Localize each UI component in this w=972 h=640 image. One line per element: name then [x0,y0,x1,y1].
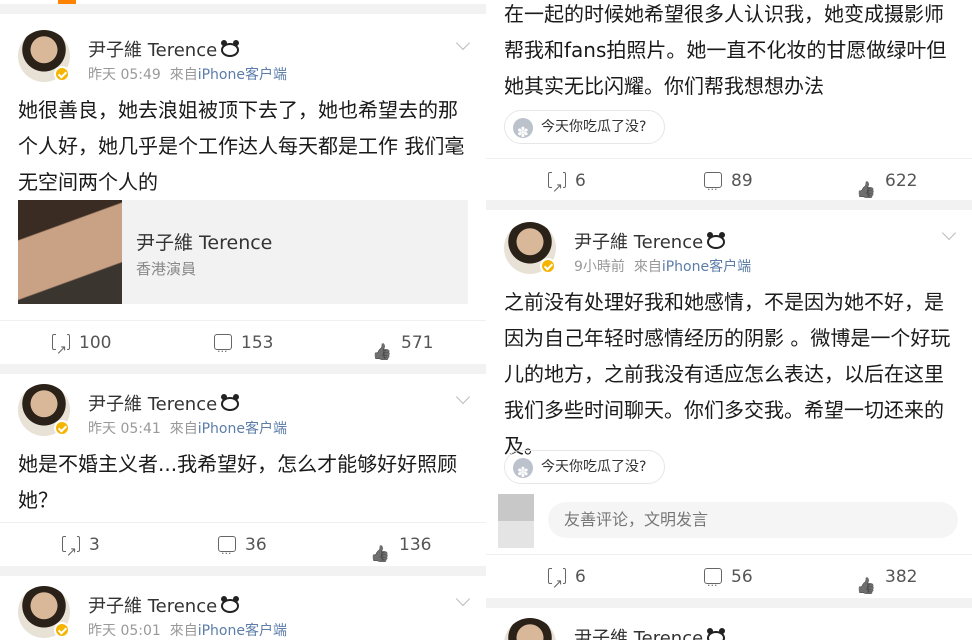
topic-icon [513,457,533,489]
post-text: 之前没有处理好我和她感情，不是因为她不好，是因为自己年轻时感情经历的阴影 。微博… [504,290,951,458]
verified-badge-icon [54,420,70,436]
share-icon [548,563,566,607]
feed-post: 尹子維 Terence 9小時前 來自iPhone客户端 之前没有处理好我和她感… [486,210,972,608]
post-actions: 3 36 136 [0,522,486,576]
share-icon [548,167,566,211]
avatar[interactable] [504,222,556,274]
post-text: 在一起的时候她希望很多人认识我，她变成摄影师帮我和fans拍照片。她一直不化妆的… [504,2,947,98]
like-button[interactable]: 382 [856,555,917,599]
thumbs-up-icon [370,536,390,552]
author-name[interactable]: 尹子維 Terence [574,624,726,640]
feed-separator [0,364,486,374]
chevron-down-icon[interactable] [456,594,470,608]
chevron-down-icon[interactable] [942,228,956,242]
thumbs-up-icon [372,334,392,350]
profile-card-desc: 香港演員 [136,260,197,278]
panda-emoji-icon [221,40,240,57]
chevron-down-icon[interactable] [456,392,470,406]
avatar[interactable] [504,618,556,640]
panda-emoji-icon [221,596,240,613]
verified-badge-icon [54,66,70,82]
feed-separator [0,4,486,14]
verified-badge-icon [540,258,556,274]
panda-emoji-icon [221,394,240,411]
post-meta: 昨天 05:01 來自iPhone客户端 [88,623,287,639]
feed-post: 尹子維 Terence [486,608,972,640]
feed-post: 在一起的时候她希望很多人认识我，她变成摄影师帮我和fans拍照片。她一直不化妆的… [486,0,972,212]
share-button[interactable]: 6 [548,159,586,211]
author-name[interactable]: 尹子維 Terence [88,592,240,618]
thumbs-up-icon [856,568,876,584]
profile-card-photo [18,200,122,304]
share-icon [62,531,80,575]
comment-button[interactable]: 89 [704,159,753,212]
share-button[interactable]: 6 [548,555,586,607]
panda-emoji-icon [707,628,726,640]
avatar[interactable] [18,30,70,82]
comment-icon [704,564,722,608]
comment-button[interactable]: 36 [218,523,267,576]
share-button[interactable]: 100 [52,321,111,373]
post-actions: 100 153 571 [0,320,486,374]
comment-icon [704,168,722,212]
topic-icon [513,117,533,149]
author-name[interactable]: 尹子維 Terence [88,390,240,416]
post-meta: 9小時前 來自iPhone客户端 [574,259,752,275]
comment-button[interactable]: 56 [704,555,753,608]
post-actions: 6 56 382 [486,554,972,608]
verified-badge-icon [54,622,70,638]
post-meta: 昨天 05:49 來自iPhone客户端 [88,67,287,83]
comment-icon [214,330,232,374]
topic-tag[interactable]: 今天你吃瓜了没? [504,450,666,489]
share-button[interactable]: 3 [62,523,100,575]
comment-composer: 友善评论，文明发言 [498,494,958,548]
post-meta: 昨天 05:41 來自iPhone客户端 [88,421,287,437]
avatar[interactable] [18,586,70,638]
commenter-avatar [498,494,534,548]
chevron-down-icon[interactable] [456,38,470,52]
profile-card-name: 尹子維 Terence [136,232,273,254]
author-name[interactable]: 尹子維 Terence [574,228,726,254]
comment-input[interactable]: 友善评论，文明发言 [548,502,958,538]
comment-icon [218,532,236,576]
like-button[interactable]: 571 [372,321,433,365]
feed-post: 尹子維 Terence 昨天 05:01 來自iPhone客户端 [0,576,486,640]
feed-post: 尹子維 Terence 昨天 05:49 來自iPhone客户端 她很善良，她去… [0,14,486,374]
thumbs-up-icon [856,172,876,188]
profile-card[interactable]: 尹子維 Terence 香港演員 [18,200,468,304]
feed-separator [486,598,972,608]
like-button[interactable]: 136 [370,523,431,567]
feed-separator [0,566,486,576]
post-text: 她是不婚主义者...我希望好，怎么才能够好好照顾她？ [18,452,458,512]
topic-tag[interactable]: 今天你吃瓜了没? [504,110,666,149]
share-icon [52,329,70,373]
right-feed: 在一起的时候她希望很多人认识我，她变成摄影师帮我和fans拍照片。她一直不化妆的… [486,0,972,640]
post-text: 她很善良，她去浪姐被顶下去了，她也希望去的那个人好，她几乎是个工作达人每天都是工… [18,98,465,194]
like-button[interactable]: 622 [856,159,917,203]
author-name[interactable]: 尹子維 Terence [88,36,240,62]
avatar[interactable] [18,384,70,436]
left-feed: 尹子維 Terence 昨天 05:49 來自iPhone客户端 她很善良，她去… [0,0,486,640]
feed-post: 尹子維 Terence 昨天 05:41 來自iPhone客户端 她是不婚主义者… [0,374,486,576]
comment-button[interactable]: 153 [214,321,273,374]
panda-emoji-icon [707,232,726,249]
post-actions: 6 89 622 [486,158,972,212]
feed-separator [486,200,972,210]
